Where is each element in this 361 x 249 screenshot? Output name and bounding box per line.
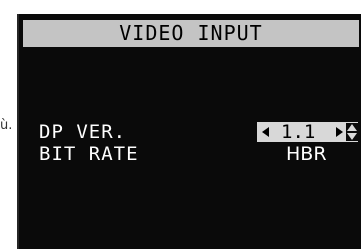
arrow-left-icon[interactable] (262, 127, 269, 137)
dp-version-label: DP VER. (39, 121, 127, 143)
dp-version-selector[interactable]: 1.1 (257, 122, 358, 142)
menu-title: VIDEO INPUT (23, 20, 359, 47)
bit-rate-label: BIT RATE (39, 143, 139, 165)
setting-row-bit-rate: BIT RATE HBR (39, 143, 359, 165)
down-arrow-icon[interactable] (347, 133, 357, 140)
up-down-arrows-icon[interactable] (346, 123, 358, 141)
osd-menu: VIDEO INPUT DP VER. 1.1 BIT RATE HBR (17, 14, 361, 249)
up-arrow-icon[interactable] (347, 124, 357, 131)
bit-rate-value: HBR (286, 143, 327, 165)
arrow-right-icon[interactable] (336, 127, 343, 137)
dp-version-value: 1.1 (281, 121, 316, 143)
screenshot-page: ù. VIDEO INPUT DP VER. 1.1 BIT RATE HBR (0, 0, 361, 249)
setting-row-dp-version[interactable]: DP VER. 1.1 (39, 121, 359, 143)
